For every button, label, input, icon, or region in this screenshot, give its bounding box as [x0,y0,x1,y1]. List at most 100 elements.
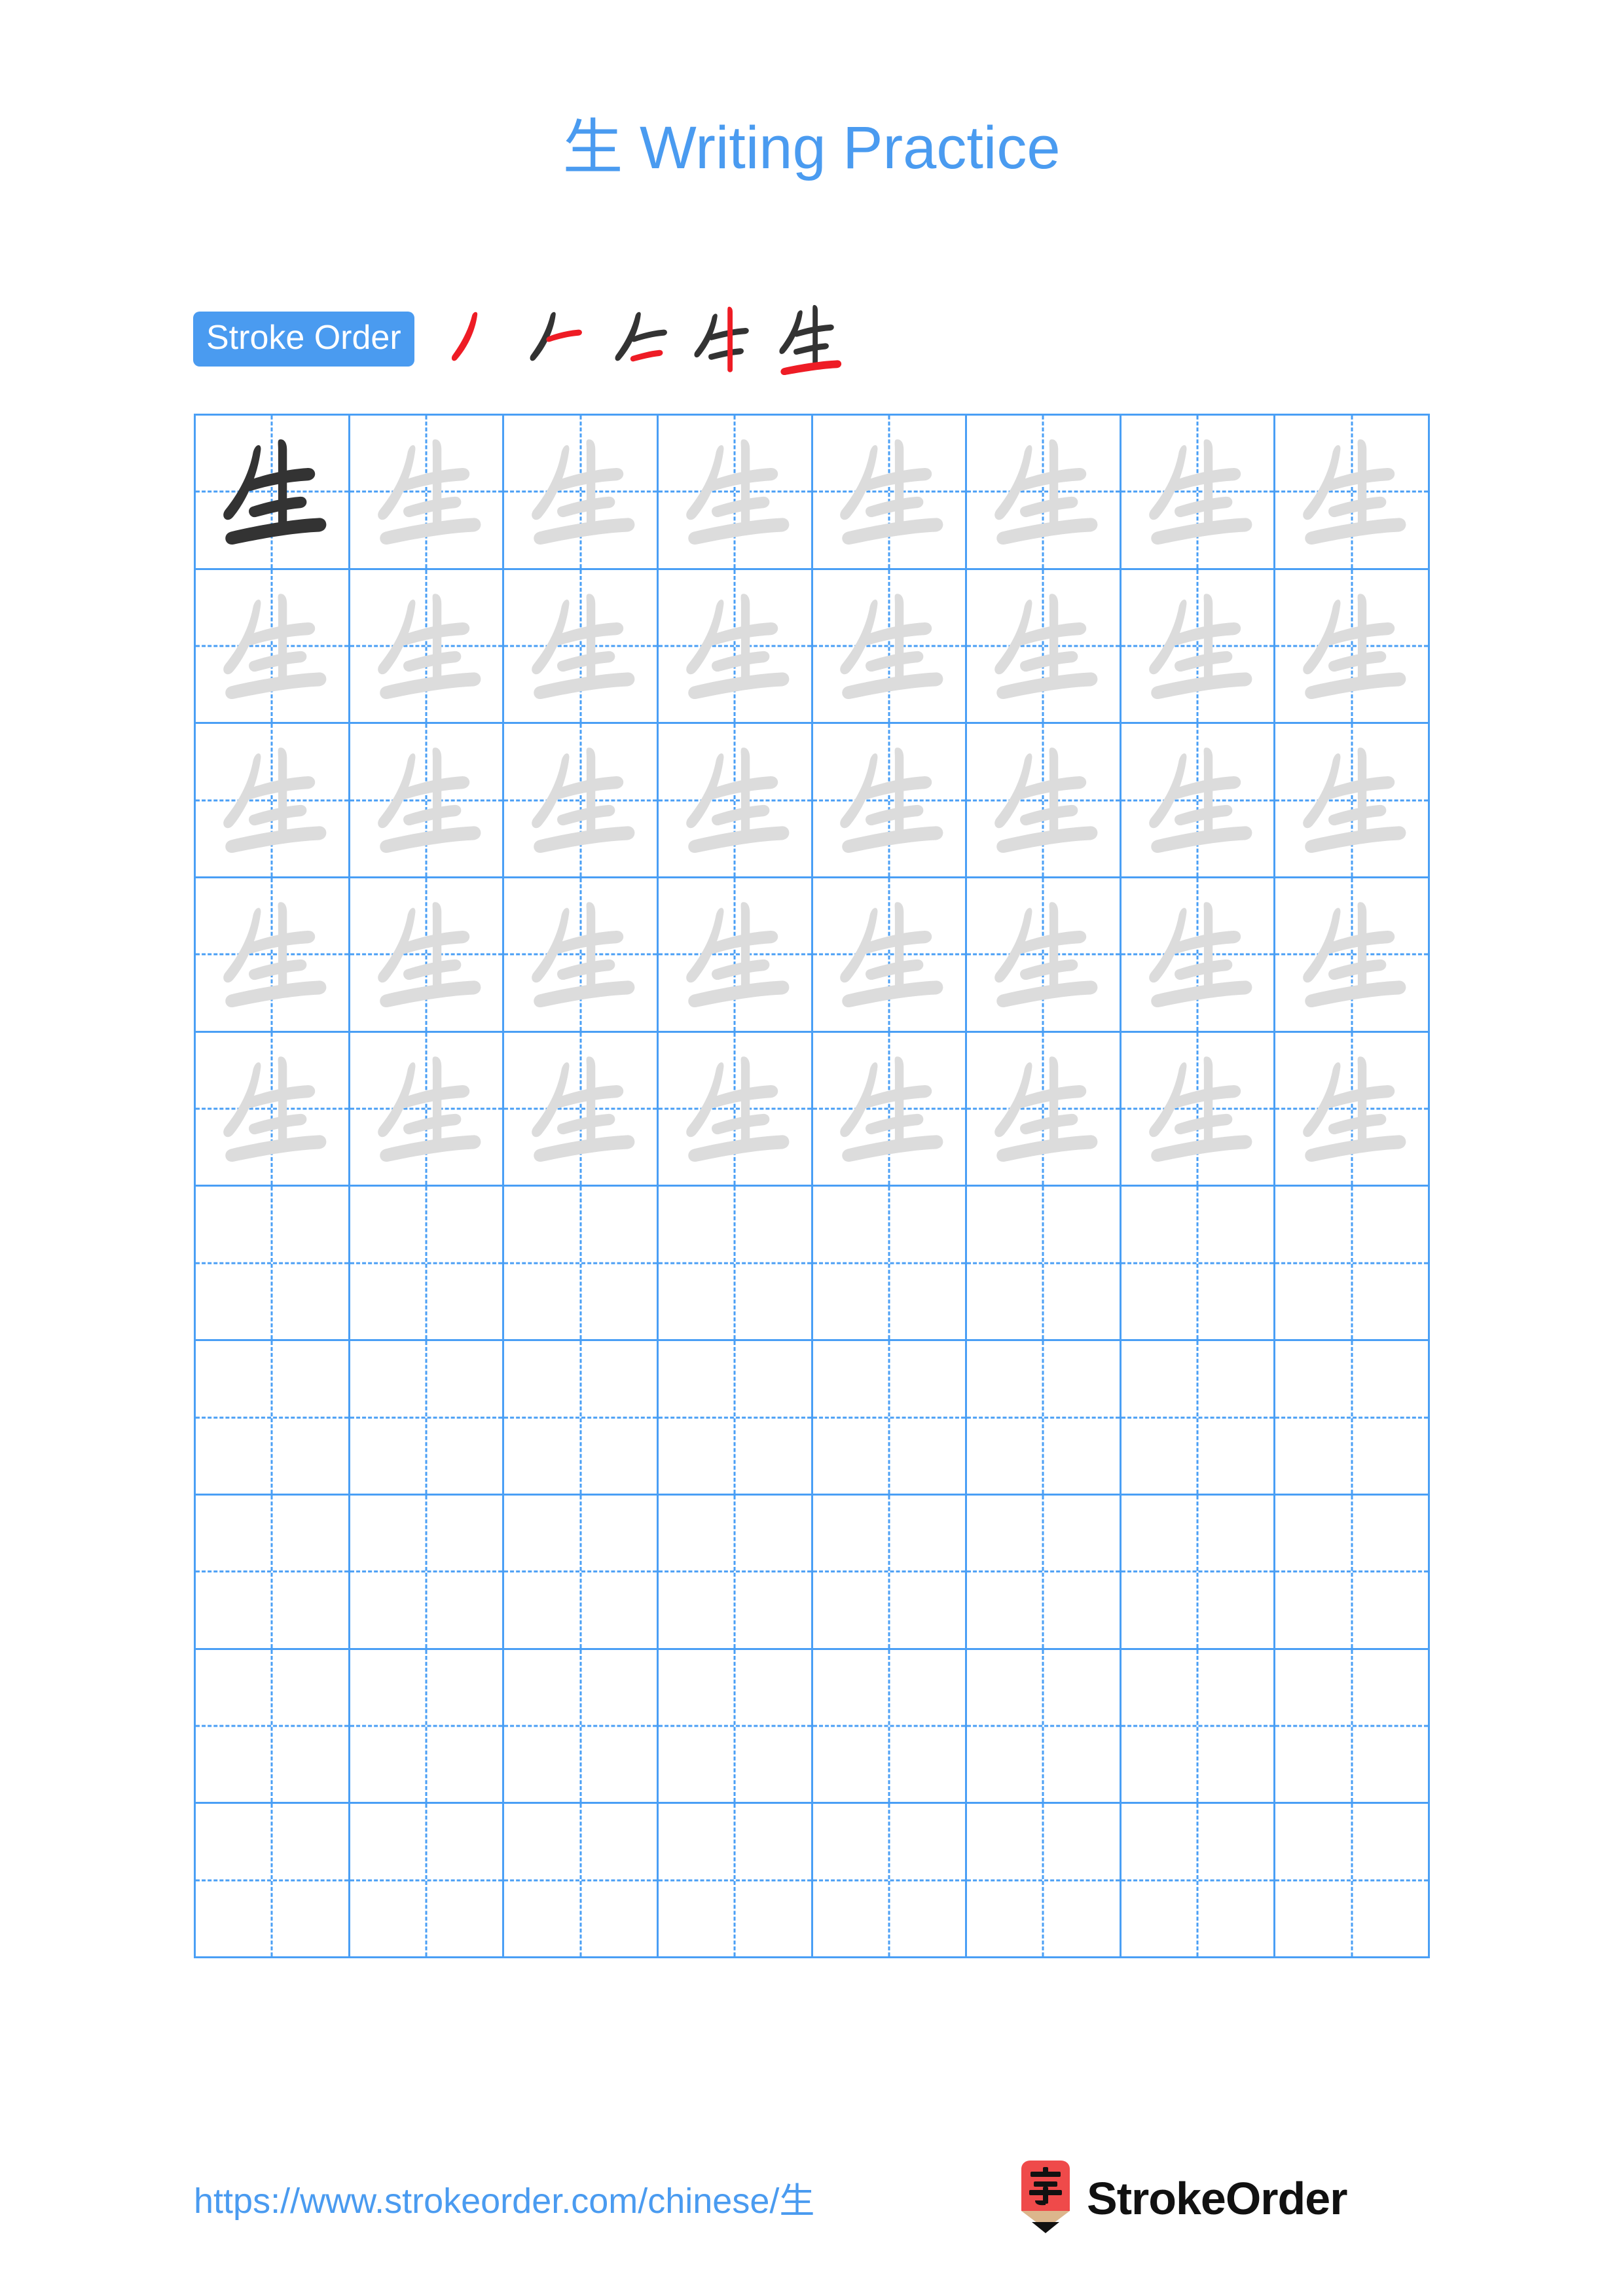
practice-cell[interactable] [504,1341,659,1496]
practice-cell[interactable] [1121,1649,1276,1804]
practice-cell[interactable] [196,1495,350,1650]
brand-name: StrokeOrder [1087,2173,1347,2224]
practice-cell[interactable] [196,569,350,725]
practice-cell[interactable] [350,724,505,879]
practice-cell[interactable] [967,416,1122,570]
practice-cell[interactable] [196,1341,350,1496]
practice-cell[interactable] [1275,569,1430,725]
character-trace-glyph [659,878,811,1031]
practice-cell[interactable] [812,878,968,1033]
practice-cell[interactable] [1121,878,1276,1033]
practice-cell[interactable] [967,1341,1122,1496]
practice-cell[interactable] [350,1804,505,1958]
practice-cell[interactable] [812,1649,968,1804]
character-trace-glyph [1275,570,1428,723]
practice-cell[interactable] [658,1187,813,1342]
practice-cell[interactable] [350,569,505,725]
practice-cell[interactable] [1121,1341,1276,1496]
practice-cell[interactable] [1121,1032,1276,1187]
character-trace-glyph [1122,416,1274,568]
practice-cell[interactable] [196,416,350,570]
practice-cell[interactable] [1275,416,1430,570]
practice-cell[interactable] [658,569,813,725]
practice-cell[interactable] [350,1495,505,1650]
practice-cell[interactable] [967,724,1122,879]
practice-cell[interactable] [196,878,350,1033]
practice-cell[interactable] [504,878,659,1033]
practice-cell[interactable] [1275,1495,1430,1650]
practice-cell[interactable] [350,1032,505,1187]
practice-cell[interactable] [812,1341,968,1496]
practice-cell[interactable] [196,724,350,879]
practice-cell[interactable] [658,1649,813,1804]
practice-cell[interactable] [1275,878,1430,1033]
practice-cell[interactable] [812,1187,968,1342]
practice-cell[interactable] [350,878,505,1033]
practice-cell[interactable] [1275,724,1430,879]
practice-cell[interactable] [504,1495,659,1650]
practice-cell[interactable] [196,1032,350,1187]
practice-cell[interactable] [350,1649,505,1804]
stroke-step-5 [767,296,852,382]
practice-cell[interactable] [504,1649,659,1804]
practice-cell[interactable] [812,1032,968,1187]
practice-cell[interactable] [1121,1187,1276,1342]
practice-cell[interactable] [967,569,1122,725]
practice-cell[interactable] [812,1804,968,1958]
practice-cell[interactable] [1121,1495,1276,1650]
character-trace-glyph [813,878,966,1031]
practice-cell[interactable] [1275,1804,1430,1958]
practice-cell[interactable] [1275,1032,1430,1187]
character-trace-glyph [1275,416,1428,568]
practice-cell[interactable] [504,569,659,725]
footer-url-link[interactable]: https://www.strokeorder.com/chinese/生 [194,2179,814,2223]
character-trace-glyph [659,570,811,723]
practice-cell[interactable] [658,416,813,570]
practice-cell[interactable] [1121,569,1276,725]
practice-cell[interactable] [504,1804,659,1958]
practice-cell[interactable] [812,569,968,725]
character-trace-glyph [967,416,1120,568]
practice-cell[interactable] [967,1495,1122,1650]
practice-cell[interactable] [1275,1187,1430,1342]
practice-cell[interactable] [1121,1804,1276,1958]
practice-cell[interactable] [196,1187,350,1342]
practice-cell[interactable] [504,1032,659,1187]
practice-cell[interactable] [812,1495,968,1650]
practice-cell[interactable] [1121,724,1276,879]
character-trace-glyph [967,878,1120,1031]
character-trace-glyph [659,1033,811,1185]
practice-grid [194,414,1430,1958]
practice-cell[interactable] [1121,416,1276,570]
practice-cell[interactable] [812,724,968,879]
practice-cell[interactable] [658,1032,813,1187]
stroke-order-badge: Stroke Order [193,311,414,367]
practice-cell[interactable] [967,1187,1122,1342]
character-trace-glyph [504,724,657,876]
practice-cell[interactable] [658,1495,813,1650]
practice-cell[interactable] [350,416,505,570]
practice-cell[interactable] [504,1187,659,1342]
practice-cell[interactable] [967,1032,1122,1187]
practice-cell[interactable] [196,1649,350,1804]
practice-cell[interactable] [350,1187,505,1342]
practice-cell[interactable] [1275,1341,1430,1496]
practice-cell[interactable] [658,1804,813,1958]
practice-cell[interactable] [196,1804,350,1958]
character-trace-glyph [1122,724,1274,876]
practice-cell[interactable] [812,416,968,570]
practice-cell[interactable] [350,1341,505,1496]
practice-cell[interactable] [1275,1649,1430,1804]
practice-cell[interactable] [658,724,813,879]
practice-cell[interactable] [504,724,659,879]
page-title: 生 Writing Practice [562,115,1061,181]
character-trace-glyph [1275,1033,1428,1185]
stroke-step-4 [682,296,767,382]
brand-logo[interactable]: StrokeOrder [1016,2160,1347,2237]
practice-cell[interactable] [658,878,813,1033]
practice-cell[interactable] [967,1804,1122,1958]
practice-cell[interactable] [504,416,659,570]
practice-cell[interactable] [967,1649,1122,1804]
practice-cell[interactable] [658,1341,813,1496]
practice-cell[interactable] [967,878,1122,1033]
